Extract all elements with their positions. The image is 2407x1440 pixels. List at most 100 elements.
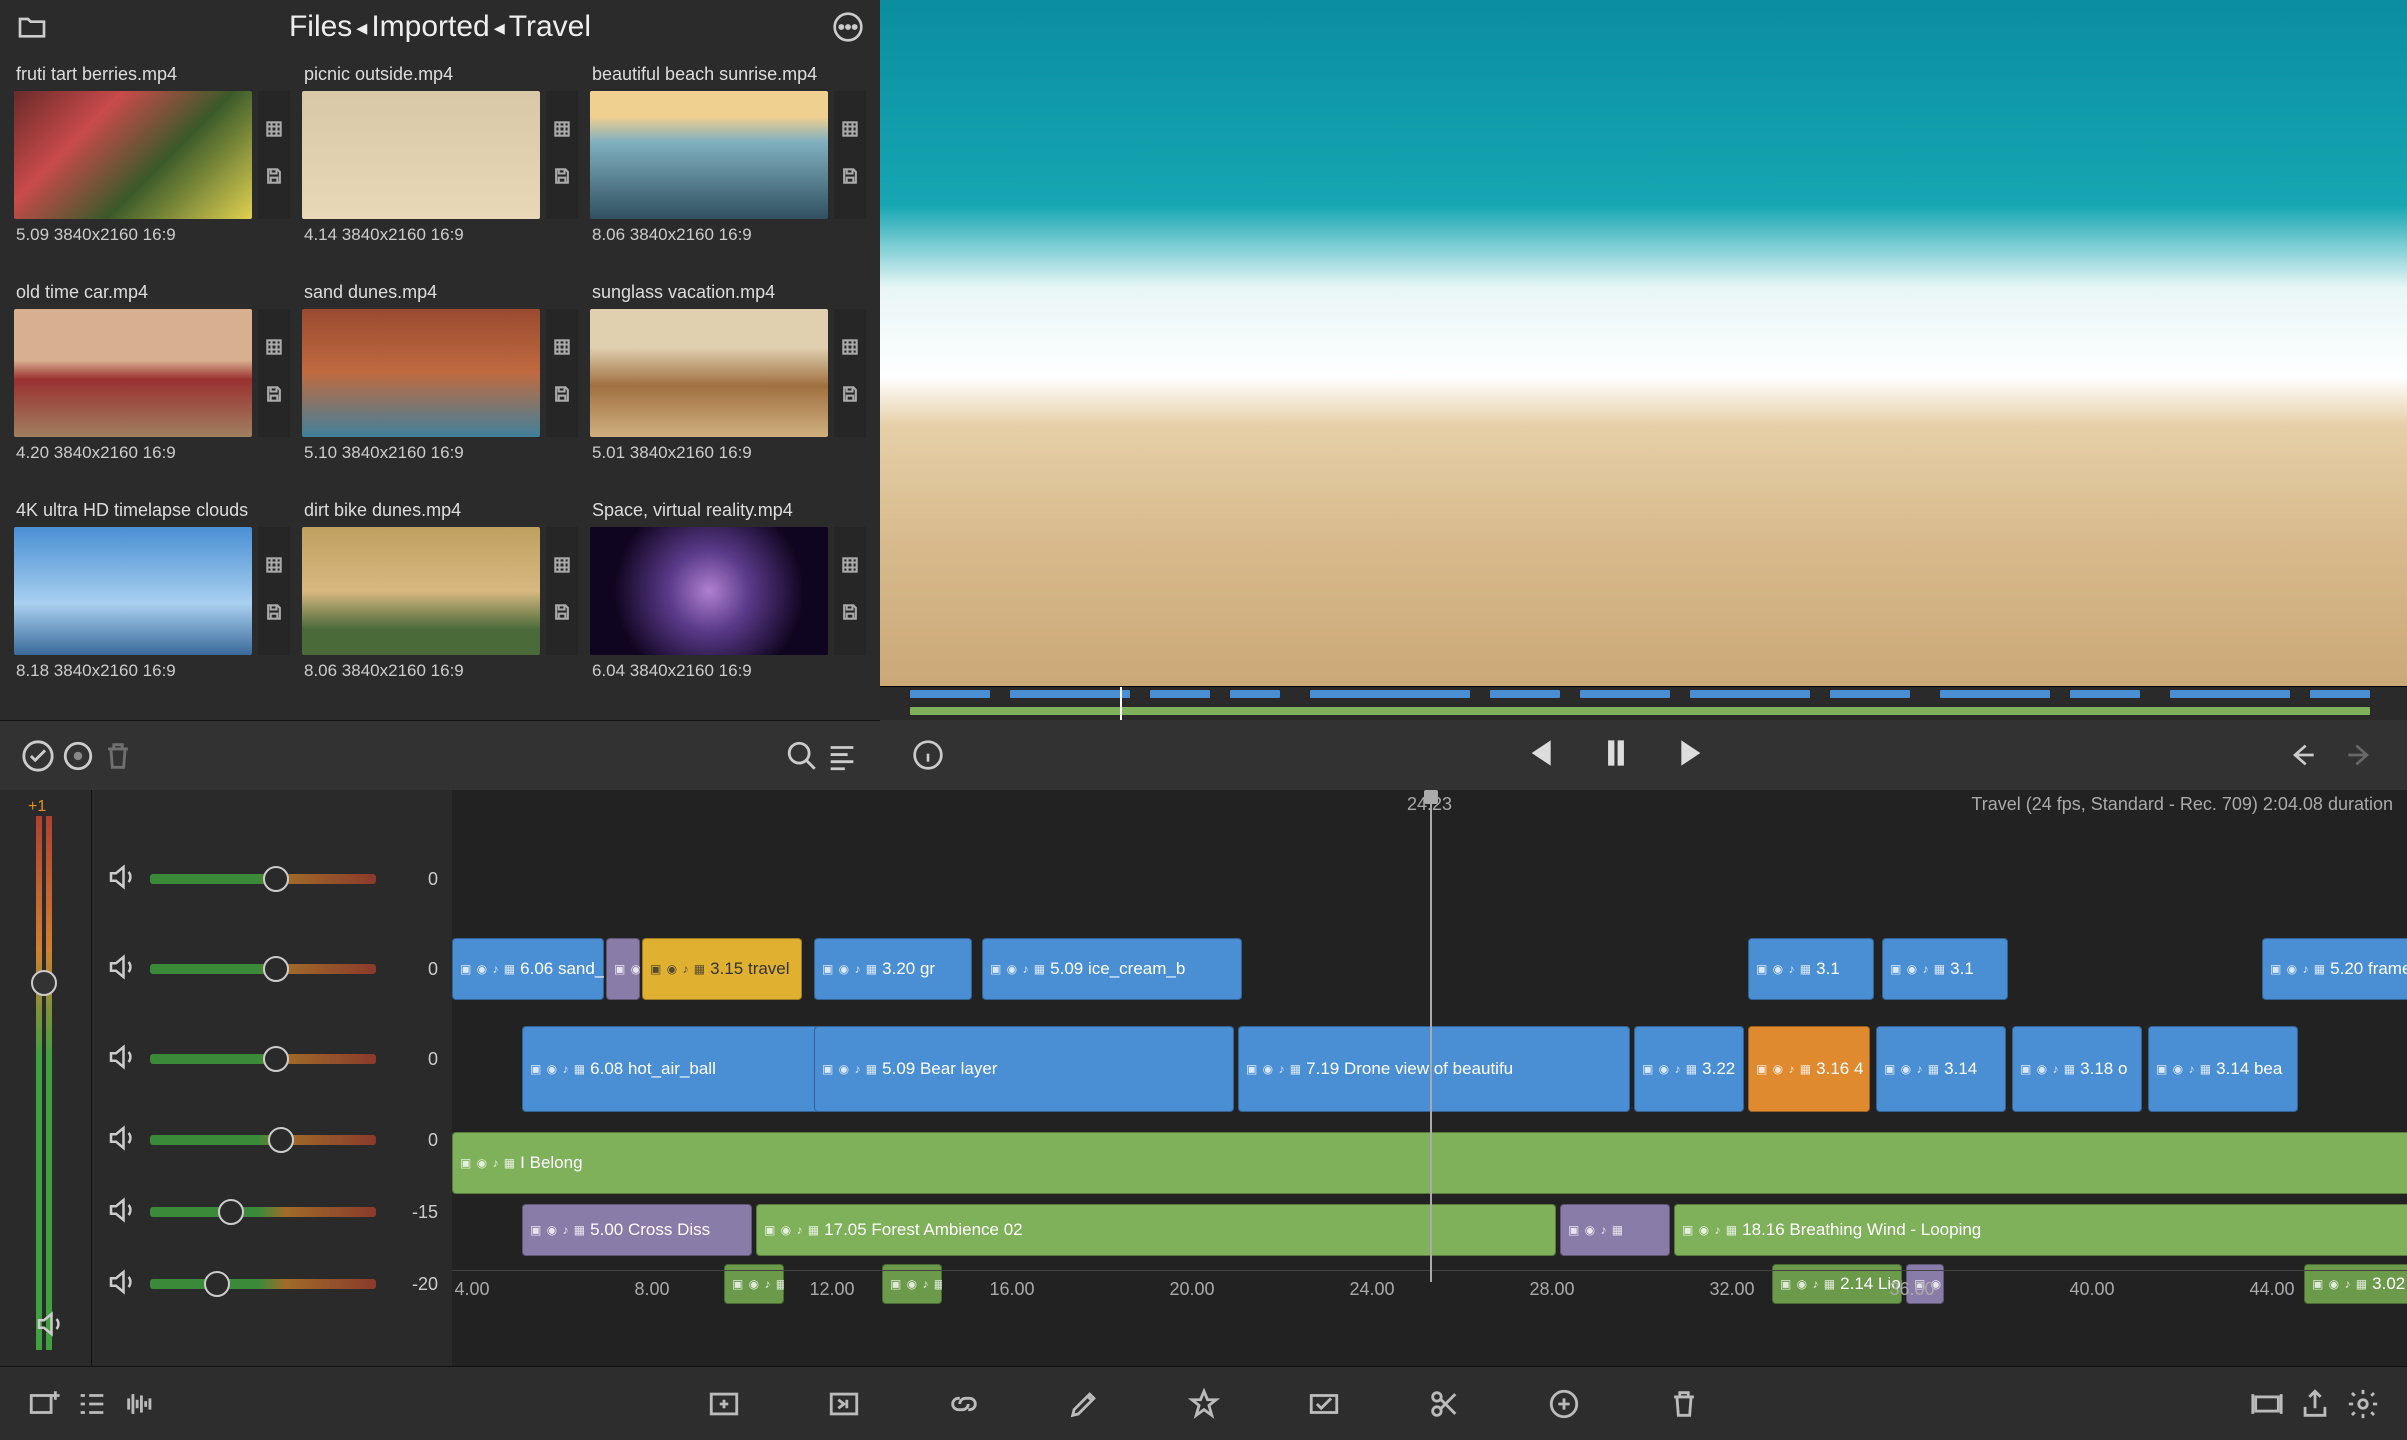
filmstrip-icon[interactable] [552,119,572,144]
timeline-clip[interactable]: ▣ ◉ ♪ ▦5.20 frame [2262,938,2407,1000]
add-keyframe-icon[interactable] [1544,1384,1584,1424]
fader-knob[interactable] [218,1199,244,1225]
timeline-clip[interactable]: ▣ ◉ ♪ ▦3.18 o [2012,1026,2142,1112]
track-mute-icon[interactable] [106,1123,136,1158]
add-clip-icon[interactable] [704,1384,744,1424]
clip-card[interactable]: dirt bike dunes.mp4 8.06 3840x2160 16:9 [296,490,584,708]
track-fader[interactable] [150,1207,376,1217]
pause-button[interactable] [1597,734,1635,777]
cut-icon[interactable] [1424,1384,1464,1424]
mini-playhead[interactable] [1120,687,1122,720]
playhead[interactable] [1430,790,1432,1282]
track-fader[interactable] [150,1279,376,1289]
filmstrip-icon[interactable] [840,119,860,144]
filmstrip-icon[interactable] [264,555,284,580]
clip-card[interactable]: old time car.mp4 4.20 3840x2160 16:9 [8,272,296,490]
timeline-clip[interactable]: ▣ ◉ ♪ ▦5.09 Bear layer [814,1026,1234,1112]
fader-knob[interactable] [263,866,289,892]
track-fader[interactable] [150,874,376,884]
timeline-clip[interactable]: ▣ ◉ ♪ ▦3.14 [1876,1026,2006,1112]
timeline-clip[interactable]: ▣ ◉ ♪ ▦3.1 [1748,938,1874,1000]
clip-thumbnail[interactable] [14,309,252,437]
filmstrip-icon[interactable] [264,337,284,362]
track-fader[interactable] [150,1054,376,1064]
track-mute-icon[interactable] [106,1042,136,1077]
fader-knob[interactable] [204,1271,230,1297]
link-icon[interactable] [944,1384,984,1424]
fader-knob[interactable] [263,1046,289,1072]
save-icon[interactable] [840,166,860,191]
master-mute-icon[interactable] [34,1309,64,1344]
favorite-icon[interactable] [1184,1384,1224,1424]
add-track-icon[interactable] [24,1384,64,1424]
clip-thumbnail[interactable] [590,527,828,655]
clip-thumbnail[interactable] [302,527,540,655]
timeline-clip[interactable]: ▣ ◉ ♪ ▦3.15 travel [642,938,802,1000]
record-icon[interactable] [58,736,98,776]
list-view-icon[interactable] [822,736,862,776]
timeline-clip[interactable]: ▣ ◉ ♪ ▦3.1 [1882,938,2008,1000]
timeline-clip[interactable]: ▣ ◉ ♪ ▦18.16 Breathing Wind - Looping [1674,1204,2407,1256]
save-icon[interactable] [840,602,860,627]
crumb-imported[interactable]: Imported [371,10,489,43]
crumb-files[interactable]: Files [289,10,352,43]
save-icon[interactable] [840,384,860,409]
clip-thumbnail[interactable] [14,527,252,655]
crumb-travel[interactable]: Travel [509,10,591,43]
edit-icon[interactable] [1064,1384,1104,1424]
folder-icon[interactable] [12,7,52,47]
clip-card[interactable]: 4K ultra HD timelapse clouds 8.18 3840x2… [8,490,296,708]
delete-icon[interactable] [1664,1384,1704,1424]
track-list-icon[interactable] [72,1384,112,1424]
settings-icon[interactable] [2343,1384,2383,1424]
clip-card[interactable]: picnic outside.mp4 4.14 3840x2160 16:9 [296,54,584,272]
timeline-clip[interactable]: ▣ ◉ ♪ ▦6.06 sand_dune [452,938,604,1000]
timeline-clip[interactable]: ▣ ◉ ♪ ▦3.16 4 [1748,1026,1870,1112]
clip-thumbnail[interactable] [590,309,828,437]
timeline-clip[interactable]: ▣ ◉ ♪ ▦5.00 Cross Diss [522,1204,752,1256]
track-mute-icon[interactable] [106,862,136,897]
redo-icon[interactable] [2339,735,2379,775]
fit-icon[interactable] [2247,1384,2287,1424]
clip-thumbnail[interactable] [302,309,540,437]
clip-card[interactable]: fruti tart berries.mp4 5.09 3840x2160 16… [8,54,296,272]
timeline-clip[interactable]: ▣ ◉ ♪ ▦17.05 Forest Ambience 02 [756,1204,1556,1256]
timeline-clip[interactable]: ▣ ◉ ♪ ▦3.20 gr [814,938,972,1000]
filmstrip-icon[interactable] [552,337,572,362]
next-clip-button[interactable] [1675,734,1713,777]
breadcrumb[interactable]: Files◂Imported◂Travel [62,10,818,44]
meter-handle[interactable] [31,970,57,996]
filmstrip-icon[interactable] [840,555,860,580]
preview-viewport[interactable] [880,0,2407,686]
trash-icon[interactable] [98,736,138,776]
clip-card[interactable]: Space, virtual reality.mp4 6.04 3840x216… [584,490,872,708]
undo-icon[interactable] [2283,735,2323,775]
track-mute-icon[interactable] [106,952,136,987]
select-all-icon[interactable] [18,736,58,776]
insert-clip-icon[interactable] [824,1384,864,1424]
timeline-clip[interactable]: ▣ ◉ ♪ ▦3.22 [1634,1026,1744,1112]
search-icon[interactable] [782,736,822,776]
timeline[interactable]: 24.23 Travel (24 fps, Standard - Rec. 70… [452,790,2407,1366]
info-icon[interactable] [908,735,948,775]
fader-knob[interactable] [268,1127,294,1153]
timeline-clip[interactable]: ▣ ◉ ♪ ▦ [1560,1204,1670,1256]
waveform-icon[interactable] [120,1384,160,1424]
timeline-clip[interactable]: ▣ ◉ ♪ ▦3.14 bea [2148,1026,2298,1112]
share-icon[interactable] [2295,1384,2335,1424]
clip-card[interactable]: sand dunes.mp4 5.10 3840x2160 16:9 [296,272,584,490]
timeline-clip[interactable]: ▣ ◉ ♪ ▦7.19 Drone view of beautifu [1238,1026,1630,1112]
fader-knob[interactable] [263,956,289,982]
clip-card[interactable]: sunglass vacation.mp4 5.01 3840x2160 16:… [584,272,872,490]
save-icon[interactable] [552,384,572,409]
filmstrip-icon[interactable] [264,119,284,144]
save-icon[interactable] [552,166,572,191]
save-icon[interactable] [264,166,284,191]
save-icon[interactable] [264,384,284,409]
track-fader[interactable] [150,964,376,974]
clip-thumbnail[interactable] [590,91,828,219]
save-icon[interactable] [552,602,572,627]
more-menu-icon[interactable] [828,7,868,47]
mini-timeline[interactable] [880,686,2407,720]
timeline-clip[interactable]: ▣ ◉ ♪ ▦5.09 ice_cream_b [982,938,1242,1000]
